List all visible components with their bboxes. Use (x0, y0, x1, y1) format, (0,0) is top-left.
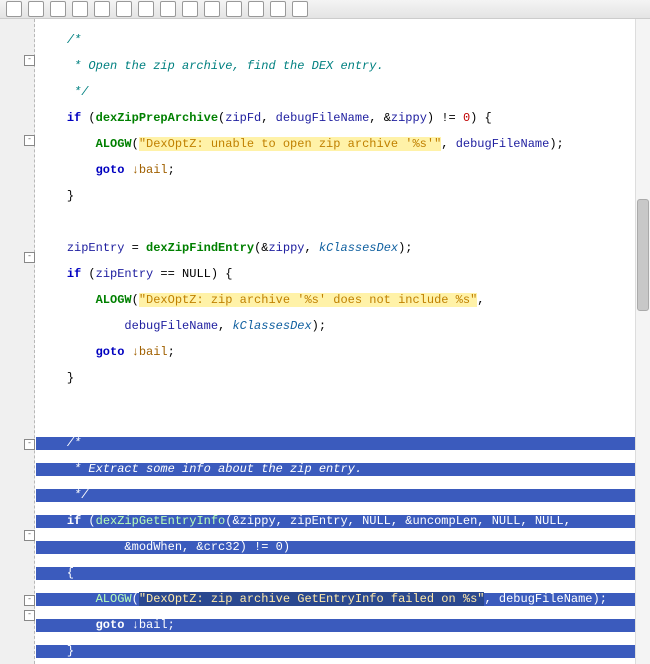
toolbar-icon[interactable] (50, 1, 66, 17)
toolbar-icon[interactable] (226, 1, 242, 17)
fn: ALOGW (96, 293, 132, 307)
toolbar-icon[interactable] (160, 1, 176, 17)
fold-handle[interactable]: - (24, 530, 35, 541)
semi: ; (168, 345, 175, 359)
keyword-if: if (67, 267, 81, 281)
toolbar-icon[interactable] (182, 1, 198, 17)
brace: } (67, 189, 74, 203)
string: "DexOptZ: unable to open zip archive '%s… (139, 137, 441, 151)
keyword-goto: goto (96, 618, 125, 632)
keyword-goto: goto (96, 345, 125, 359)
label: ↓bail (132, 163, 168, 177)
op: == NULL (153, 267, 211, 281)
string: "DexOptZ: zip archive '%s' does not incl… (139, 293, 477, 307)
toolbar-icon[interactable] (28, 1, 44, 17)
toolbar-icon[interactable] (94, 1, 110, 17)
id: debugFileName (456, 137, 550, 151)
keyword-if: if (67, 514, 81, 528)
fn: dexZipFindEntry (146, 241, 254, 255)
op: != (434, 111, 463, 125)
editor-pane[interactable]: - - - - - - - /* * Open the zip archive,… (0, 19, 650, 664)
comment: /* (67, 33, 81, 47)
code-area[interactable]: /* * Open the zip archive, find the DEX … (36, 19, 650, 664)
toolbar-icon[interactable] (248, 1, 264, 17)
fold-handle[interactable]: - (24, 439, 35, 450)
comment: * Extract some info about the zip entry. (67, 462, 362, 476)
id: kClassesDex (319, 241, 398, 255)
semi: ; (168, 163, 175, 177)
comment: * Open the zip archive, find the DEX ent… (67, 59, 384, 73)
toolbar-icon[interactable] (72, 1, 88, 17)
fold-handle[interactable]: - (24, 55, 35, 66)
id: zipEntry (96, 267, 154, 281)
fn: ALOGW (96, 137, 132, 151)
id: zippy (391, 111, 427, 125)
id: debugFileName (124, 319, 218, 333)
gutter: - - - - - - - (0, 19, 35, 664)
fold-handle[interactable]: - (24, 252, 35, 263)
fn: dexZipPrepArchive (96, 111, 218, 125)
toolbar-icon[interactable] (116, 1, 132, 17)
fold-handle[interactable]: - (24, 135, 35, 146)
id: zipFd (225, 111, 261, 125)
toolbar (0, 0, 650, 19)
vertical-scrollbar[interactable] (635, 19, 650, 664)
toolbar-icon[interactable] (270, 1, 286, 17)
semi: ; (168, 618, 175, 632)
id: debugFileName (499, 592, 593, 606)
label: ↓bail (132, 618, 168, 632)
toolbar-icon[interactable] (138, 1, 154, 17)
fold-handle[interactable]: - (24, 595, 35, 606)
selection-block: /* * Extract some info about the zip ent… (36, 424, 650, 664)
brace: } (67, 371, 74, 385)
toolbar-icon[interactable] (204, 1, 220, 17)
toolbar-icon[interactable] (6, 1, 22, 17)
fold-handle[interactable]: - (24, 610, 35, 621)
string: "DexOptZ: zip archive GetEntryInfo faile… (139, 592, 485, 606)
args: (&zippy, zipEntry, NULL, &uncompLen, NUL… (225, 514, 571, 528)
comment: */ (67, 85, 89, 99)
keyword-goto: goto (96, 163, 125, 177)
keyword-if: if (67, 111, 81, 125)
comment: /* (67, 436, 81, 450)
toolbar-icon[interactable] (292, 1, 308, 17)
id: debugFileName (276, 111, 370, 125)
args: &modWhen, &crc32) != 0) (124, 540, 290, 554)
scrollbar-thumb[interactable] (637, 199, 649, 311)
fn: ALOGW (96, 592, 132, 606)
id: kClassesDex (232, 319, 311, 333)
id: zipEntry (67, 241, 125, 255)
fn: dexZipGetEntryInfo (96, 514, 226, 528)
brace: } (67, 644, 74, 658)
code-editor-window: - - - - - - - /* * Open the zip archive,… (0, 0, 650, 664)
comment: */ (67, 488, 89, 502)
label: ↓bail (132, 345, 168, 359)
brace: ) { (470, 111, 492, 125)
id: zippy (268, 241, 304, 255)
